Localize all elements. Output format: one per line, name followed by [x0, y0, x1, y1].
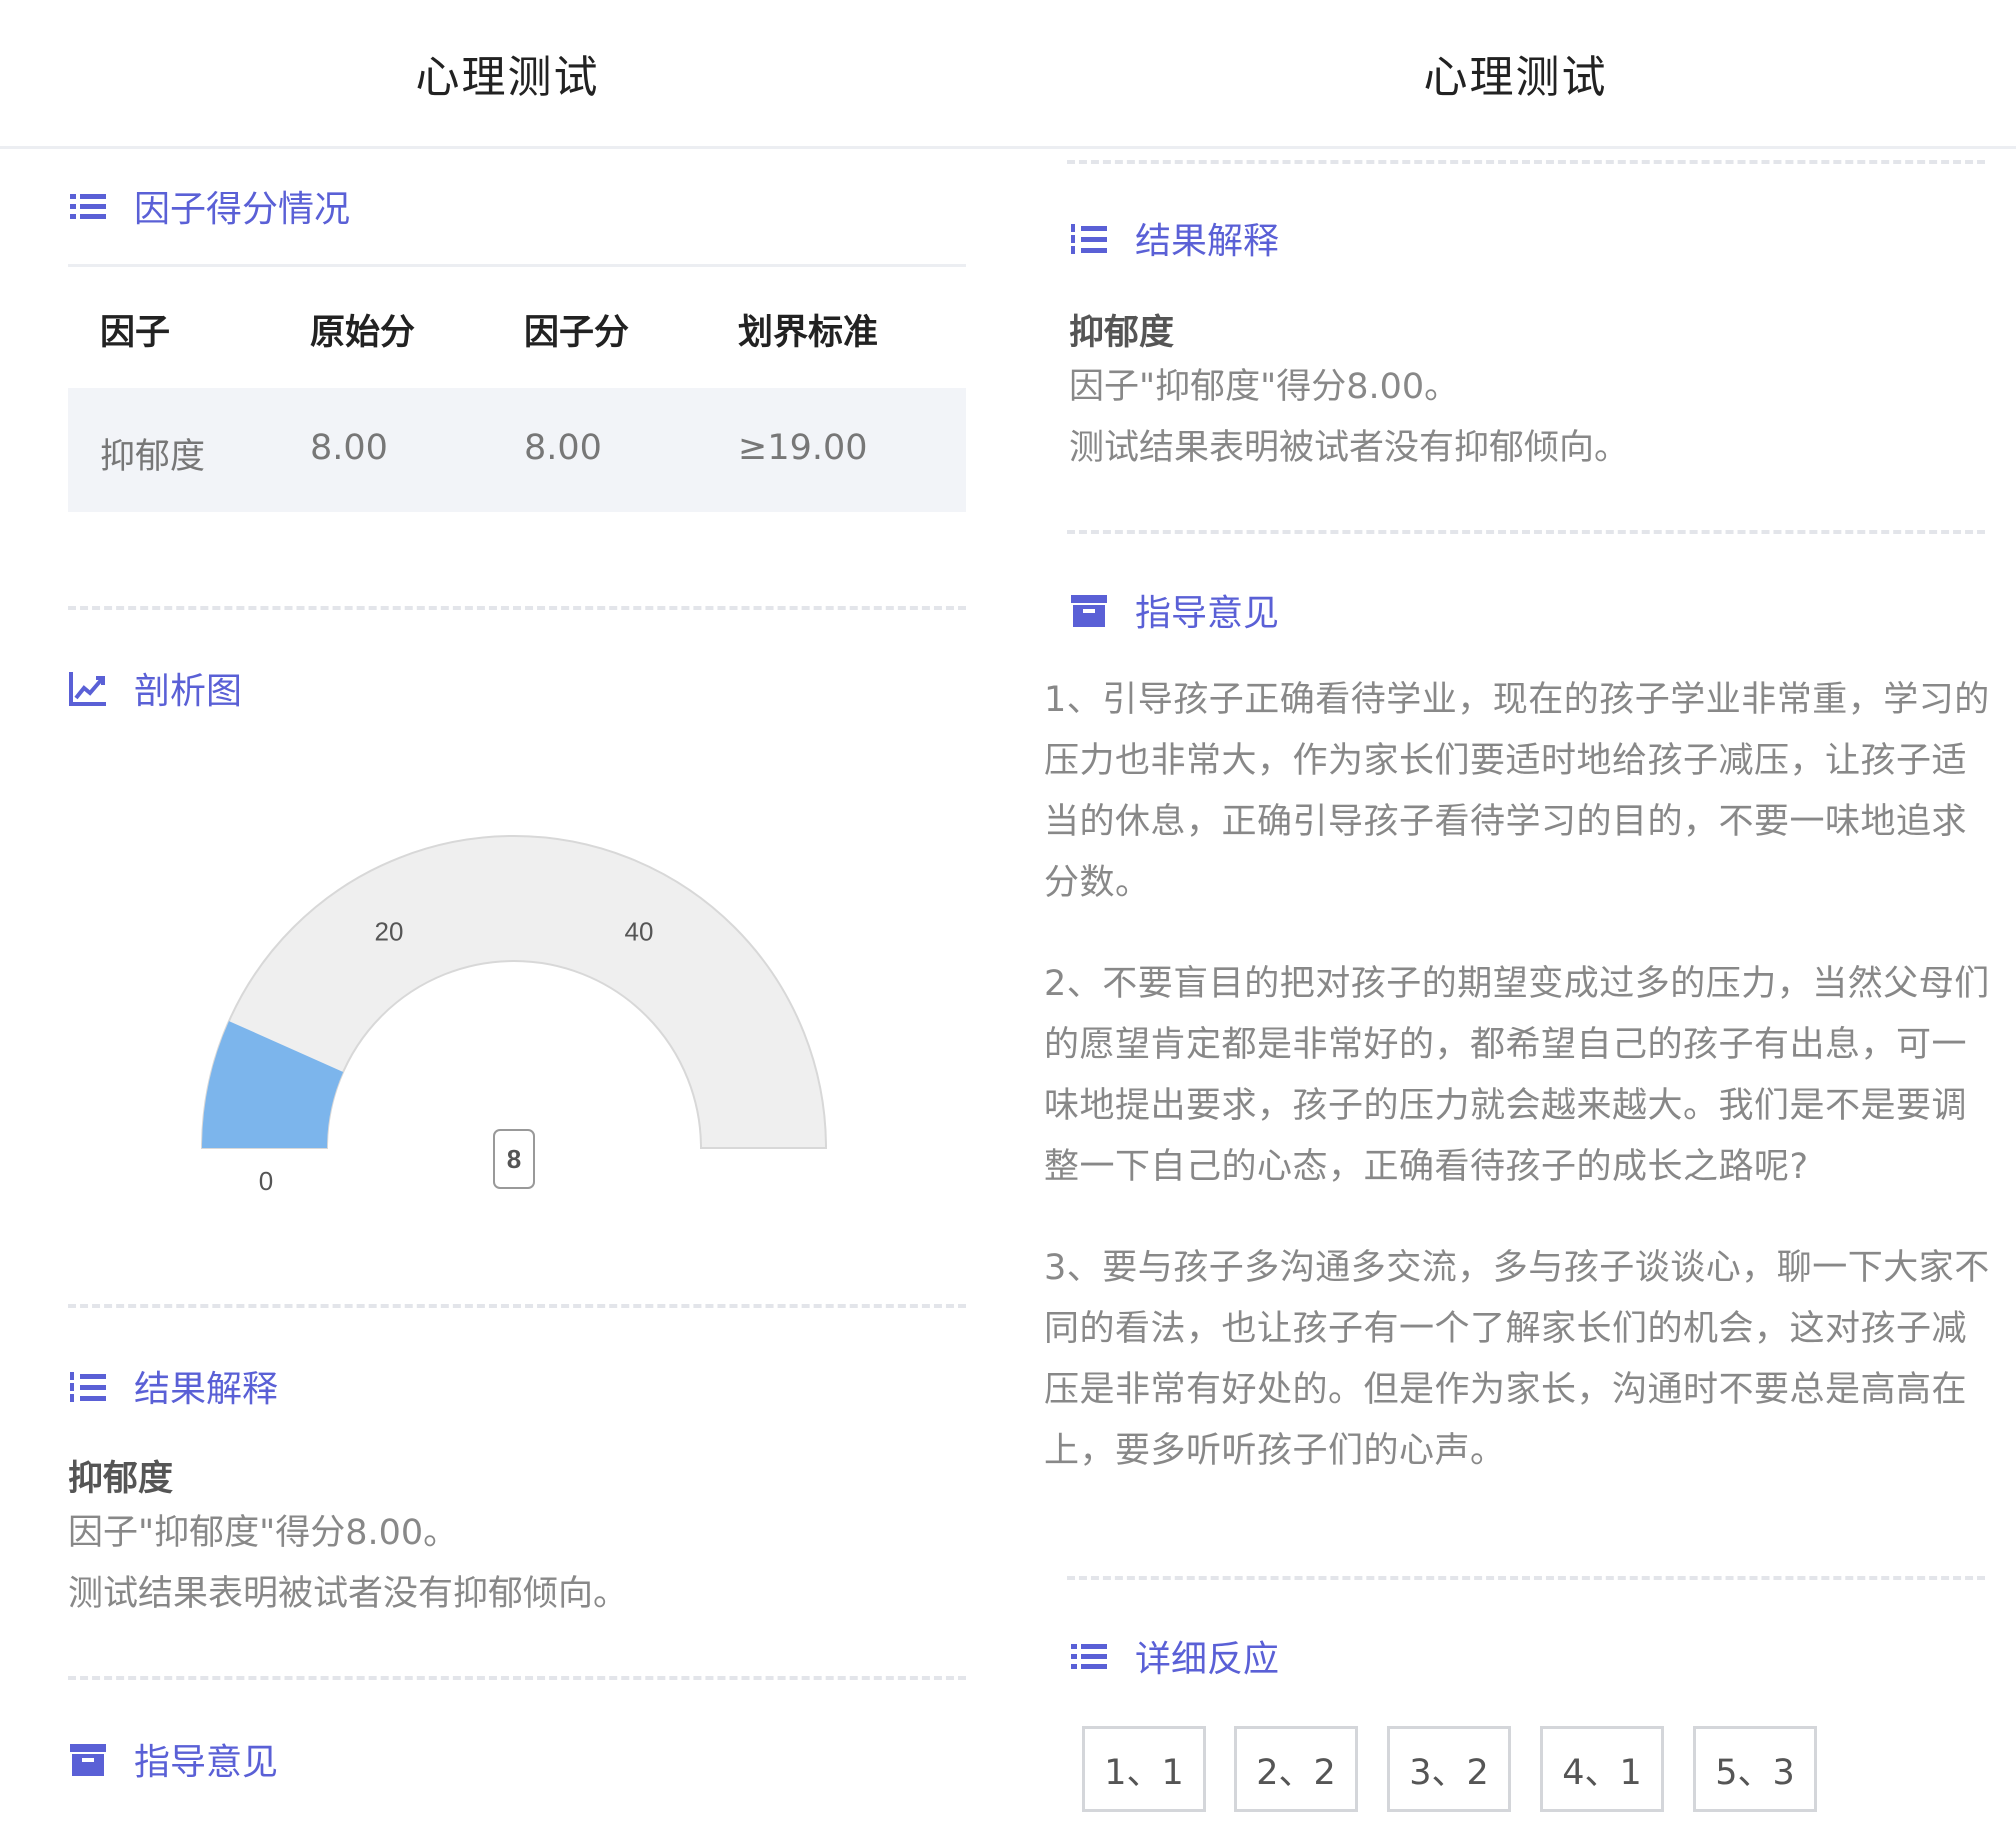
guide-section-label: 指导意见 — [134, 1742, 279, 1783]
result-score-text: 因子"抑郁度"得分8.00。 — [1069, 367, 1460, 407]
result-factor-name: 抑郁度 — [1069, 313, 1175, 353]
response-chip-1[interactable]: 1、1 — [1082, 1726, 1206, 1812]
gauge-tick-label-40: 40 — [625, 916, 654, 946]
list-icon — [1071, 1644, 1107, 1669]
list-icon — [70, 194, 106, 219]
guide-paragraph-2: 2、不要盲目的把对孩子的期望变成过多的压力，当然父母们的愿望肯定都是非常好的，都… — [1044, 964, 1990, 1187]
result-section-label: 结果解释 — [134, 1369, 279, 1410]
guide-section-label: 指导意见 — [1135, 593, 1280, 634]
ordered-list-icon — [1071, 224, 1107, 254]
table-header-cutoff: 划界标准 — [738, 313, 879, 353]
line-chart-icon — [69, 672, 106, 706]
table-cell-factor: 抑郁度 — [100, 437, 206, 477]
gauge-tick-label-0: 0 — [259, 1166, 273, 1196]
factor-section-title: 因子得分情况 — [68, 180, 350, 232]
page-title: 心理测试 — [0, 0, 1015, 149]
archive-icon — [1071, 595, 1107, 627]
result-section-label: 结果解释 — [1135, 221, 1280, 262]
response-chip-3[interactable]: 3、2 — [1387, 1726, 1511, 1812]
gauge-tick-label-20: 20 — [375, 916, 404, 946]
section-divider — [68, 1304, 966, 1308]
table-cell-raw: 8.00 — [310, 428, 388, 468]
table-divider — [68, 264, 966, 267]
detail-section-title: 详细反应 — [1069, 1630, 1279, 1682]
section-divider — [68, 1676, 966, 1680]
gauge-value-label: 8 — [507, 1144, 521, 1174]
result-conclusion-text: 测试结果表明被试者没有抑郁倾向。 — [1069, 428, 1630, 468]
section-divider — [1067, 530, 1985, 534]
table-header-factor: 因子 — [100, 313, 171, 353]
table-cell-score: 8.00 — [524, 428, 602, 468]
section-divider — [68, 606, 966, 610]
detail-section-label: 详细反应 — [1135, 1639, 1280, 1680]
gauge-chart: 0 20 40 8 — [200, 835, 828, 1196]
table-header-score: 因子分 — [524, 313, 630, 353]
response-chip-4[interactable]: 4、1 — [1540, 1726, 1664, 1812]
left-screen: 心理测试 因子得分情况 因子 原始分 因子分 划界标准 抑郁度 8.00 8.0… — [0, 0, 1015, 1825]
table-cell-cutoff: ≥19.00 — [738, 428, 868, 468]
chart-section-title: 剖析图 — [68, 662, 242, 714]
result-score-text: 因子"抑郁度"得分8.00。 — [68, 1513, 459, 1553]
guide-paragraph-1: 1、引导孩子正确看待学业，现在的孩子学业非常重，学习的压力也非常大，作为家长们要… — [1044, 680, 1990, 903]
result-section-title: 结果解释 — [68, 1360, 278, 1412]
result-factor-name: 抑郁度 — [68, 1459, 174, 1499]
guide-section-title: 指导意见 — [1069, 584, 1279, 636]
right-screen: 心理测试 结果解释 抑郁度 因子"抑郁度"得分8.00。 测试结果表明被试者没有… — [1015, 0, 2016, 1825]
guide-section-title: 指导意见 — [68, 1733, 278, 1785]
result-section-title: 结果解释 — [1069, 212, 1279, 264]
result-conclusion-text: 测试结果表明被试者没有抑郁倾向。 — [68, 1574, 629, 1614]
response-chip-5[interactable]: 5、3 — [1693, 1726, 1817, 1812]
table-header-raw: 原始分 — [310, 313, 416, 353]
guide-paragraph-3: 3、要与孩子多沟通多交流，多与孩子谈谈心，聊一下大家不同的看法，也让孩子有一个了… — [1044, 1248, 1990, 1471]
section-divider — [1067, 160, 1985, 164]
archive-icon — [70, 1744, 106, 1776]
chart-section-label: 剖析图 — [134, 671, 243, 712]
response-chip-2[interactable]: 2、2 — [1234, 1726, 1358, 1812]
ordered-list-icon — [70, 1372, 106, 1402]
factor-section-label: 因子得分情况 — [134, 189, 351, 230]
page-title: 心理测试 — [1015, 0, 2016, 149]
section-divider — [1067, 1576, 1985, 1580]
